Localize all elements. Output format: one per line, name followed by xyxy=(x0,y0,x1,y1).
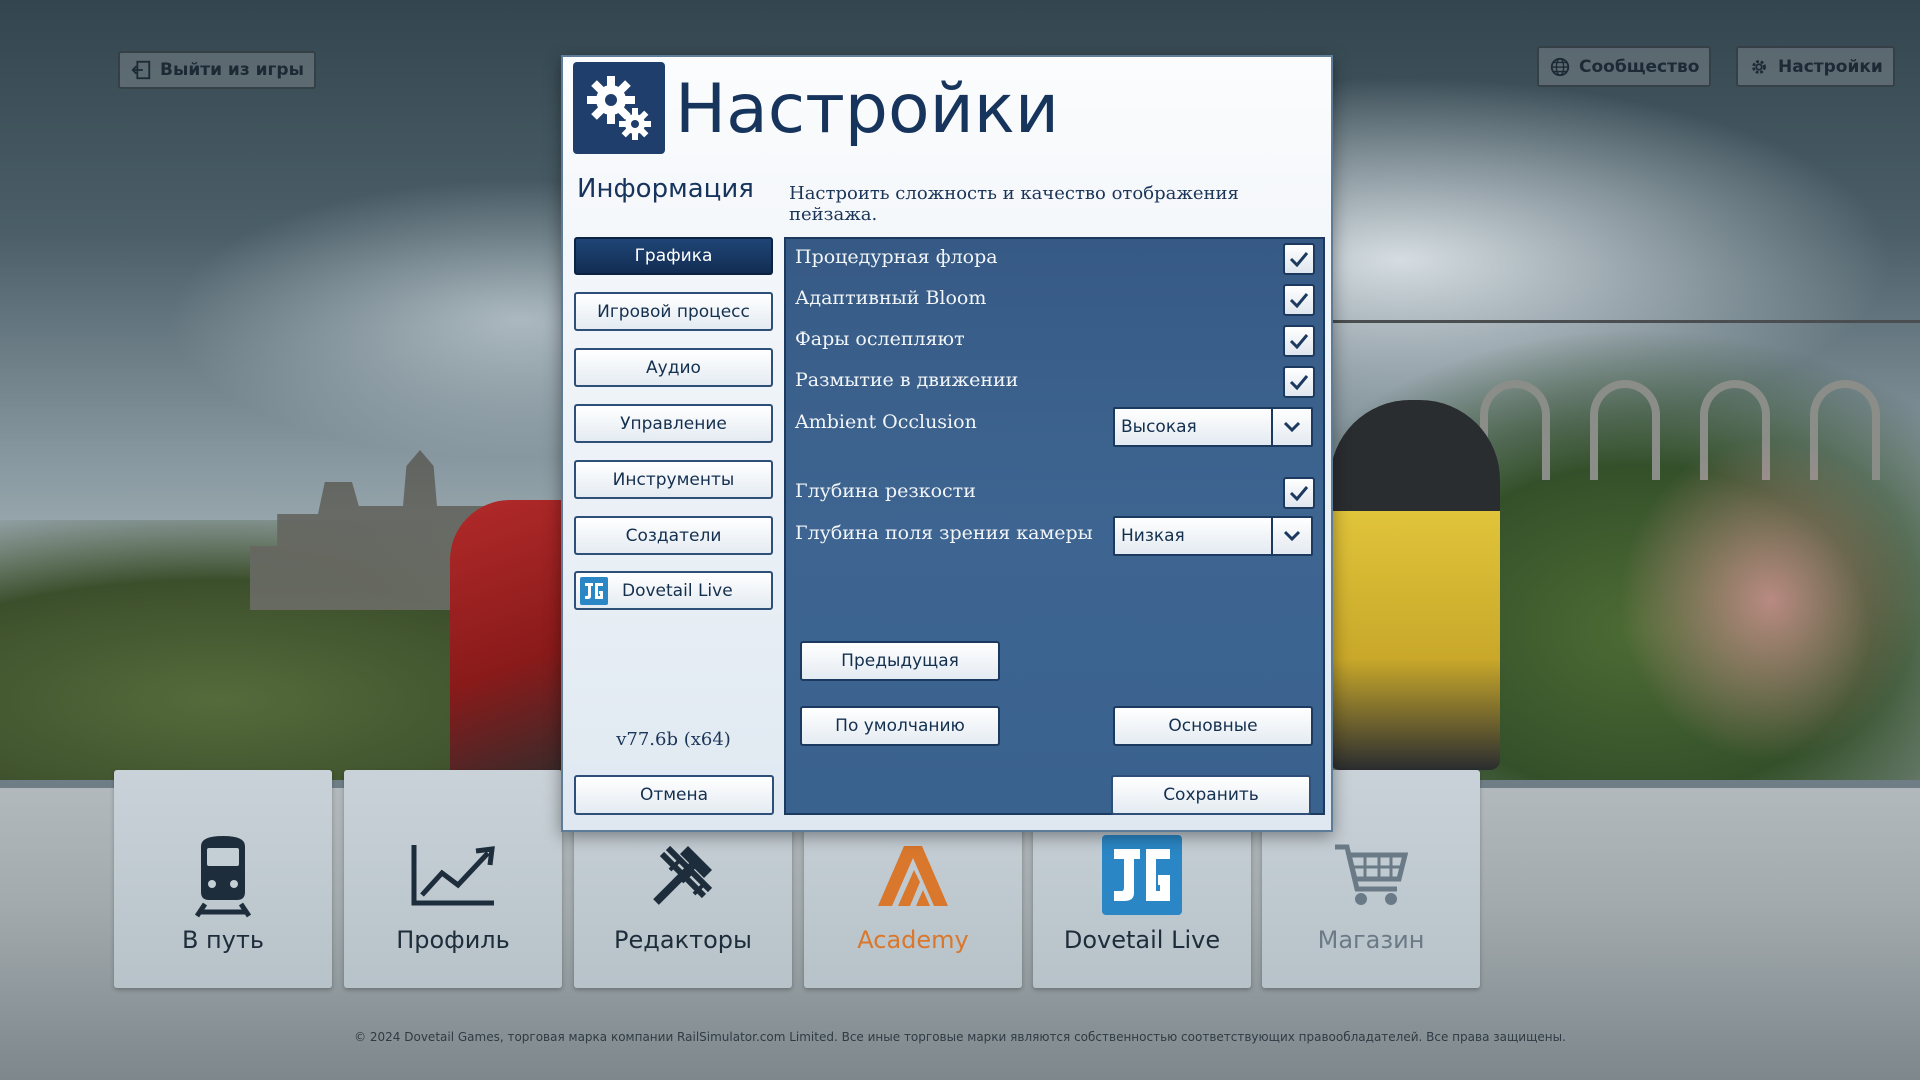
tile-label: Dovetail Live xyxy=(1063,926,1221,954)
dovetail-live-icon xyxy=(1102,835,1182,915)
camera-dof-select[interactable]: Низкая xyxy=(1113,516,1313,556)
cart-icon xyxy=(1335,844,1409,905)
select-value: Высокая xyxy=(1121,417,1197,437)
checkmark-icon xyxy=(1289,293,1309,308)
settings-dialog: Настройки Информация Настроить сложность… xyxy=(561,55,1333,832)
community-label: Сообщество xyxy=(1579,56,1700,77)
settings-top-button[interactable]: Настройки xyxy=(1736,46,1895,87)
option-label: Фары ослепляют xyxy=(795,328,965,350)
tab-controls[interactable]: Управление xyxy=(574,404,773,443)
basic-button[interactable]: Основные xyxy=(1113,706,1313,746)
tab-graphics[interactable]: Графика xyxy=(574,237,773,275)
copyright-text: © 2024 Dovetail Games, торговая марка ко… xyxy=(354,1030,1566,1044)
tab-tools[interactable]: Инструменты xyxy=(574,460,773,499)
save-button[interactable]: Сохранить xyxy=(1111,775,1311,815)
academy-icon xyxy=(878,846,948,906)
dovetail-live-logo-icon xyxy=(580,576,608,605)
community-button[interactable]: Сообщество xyxy=(1537,46,1712,87)
chart-icon xyxy=(411,845,495,906)
tile-label: Профиль xyxy=(396,926,510,954)
tab-label: Dovetail Live xyxy=(622,580,733,601)
checkmark-icon xyxy=(1289,252,1309,267)
motion-blur-checkbox[interactable] xyxy=(1283,366,1315,398)
flowers xyxy=(1620,440,1920,760)
exit-icon xyxy=(131,60,151,80)
option-label: Процедурная флора xyxy=(795,246,998,268)
button-label: Предыдущая xyxy=(841,651,959,671)
button-label: Отмена xyxy=(639,785,709,805)
exit-game-label: Выйти из игры xyxy=(160,60,304,80)
procedural-flora-checkbox[interactable] xyxy=(1283,243,1315,275)
select-value: Низкая xyxy=(1121,526,1185,546)
exit-game-button[interactable]: Выйти из игры xyxy=(118,51,316,89)
chevron-down-icon[interactable] xyxy=(1271,409,1311,445)
tab-gameplay[interactable]: Игровой процесс xyxy=(574,292,773,331)
version-text: v77.6b (x64) xyxy=(616,729,731,750)
tab-dovetail-live[interactable]: Dovetail Live xyxy=(574,571,773,610)
gear-icon xyxy=(1752,59,1766,74)
cancel-button[interactable]: Отмена xyxy=(574,775,774,815)
info-title: Информация xyxy=(577,174,754,204)
tile-journey[interactable]: В путь xyxy=(114,770,332,988)
tab-label: Управление xyxy=(620,413,727,434)
tab-credits[interactable]: Создатели xyxy=(574,516,773,555)
tile-label: В путь xyxy=(181,926,265,954)
globe-icon xyxy=(1550,57,1570,76)
checkmark-icon xyxy=(1289,375,1309,390)
tile-label: Academy xyxy=(857,926,969,954)
depth-of-field-checkbox[interactable] xyxy=(1283,477,1315,509)
train-icon xyxy=(194,836,252,918)
tab-label: Аудио xyxy=(646,357,701,378)
option-label: Глубина резкости xyxy=(795,480,976,502)
graphics-options-panel: Процедурная флора Адаптивный Bloom Фары … xyxy=(784,237,1325,815)
button-label: Основные xyxy=(1168,716,1258,736)
option-label: Адаптивный Bloom xyxy=(795,287,987,309)
chevron-down-icon[interactable] xyxy=(1271,518,1311,554)
red-train xyxy=(450,500,570,770)
tab-label: Игровой процесс xyxy=(597,301,750,322)
option-label: Ambient Occlusion xyxy=(795,411,977,433)
tab-label: Графика xyxy=(634,246,713,266)
option-label: Глубина поля зрения камеры xyxy=(795,522,1093,544)
settings-gears-icon xyxy=(573,62,665,154)
tile-profile[interactable]: Профиль xyxy=(344,770,562,988)
dialog-title: Настройки xyxy=(675,70,1060,149)
checkmark-icon xyxy=(1289,334,1309,349)
adaptive-bloom-checkbox[interactable] xyxy=(1283,284,1315,316)
button-label: Сохранить xyxy=(1163,785,1259,805)
tile-label: Редакторы xyxy=(614,926,752,954)
headlight-glare-checkbox[interactable] xyxy=(1283,325,1315,357)
tab-label: Создатели xyxy=(625,525,722,546)
ambient-occlusion-select[interactable]: Высокая xyxy=(1113,407,1313,447)
tile-label: Магазин xyxy=(1317,926,1425,954)
tab-label: Инструменты xyxy=(612,469,735,490)
tools-icon xyxy=(653,845,713,905)
previous-button[interactable]: Предыдущая xyxy=(800,641,1000,681)
tab-audio[interactable]: Аудио xyxy=(574,348,773,387)
button-label: По умолчанию xyxy=(835,716,965,736)
checkmark-icon xyxy=(1289,486,1309,501)
option-label: Размытие в движении xyxy=(795,369,1019,391)
info-description: Настроить сложность и качество отображен… xyxy=(789,183,1239,225)
yellow-train xyxy=(1330,400,1500,770)
defaults-button[interactable]: По умолчанию xyxy=(800,706,1000,746)
settings-top-label: Настройки xyxy=(1778,56,1883,77)
